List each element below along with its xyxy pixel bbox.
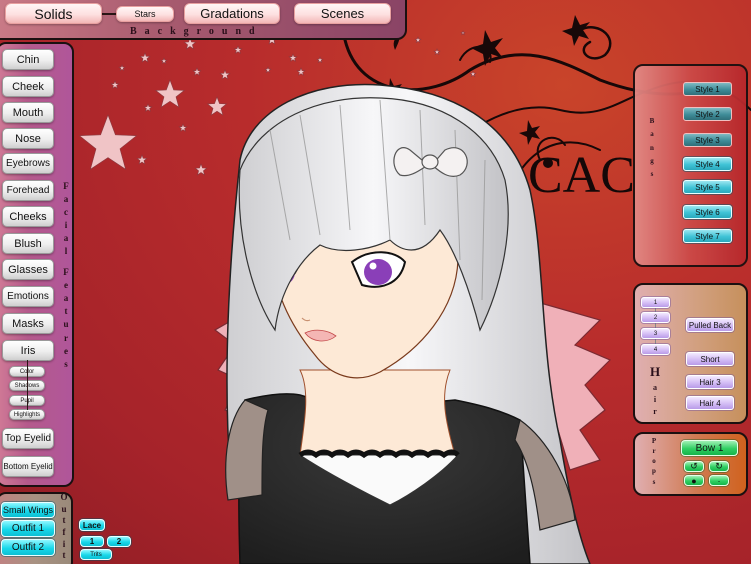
lace-trim <box>298 449 460 459</box>
label-letter: t <box>62 515 66 526</box>
facial-cheeks-button[interactable]: Cheeks <box>2 206 54 227</box>
label-letter: a <box>653 382 657 392</box>
dress-up-stage: CAC Solids Stars Gradations Scenes Backg… <box>0 0 751 564</box>
label-letter: a <box>650 130 654 139</box>
label-letter: g <box>650 156 654 165</box>
label-letter: H <box>649 364 661 379</box>
top-eyelid-button[interactable]: Top Eyelid <box>2 428 54 449</box>
iris-highlights-button[interactable]: Highlights <box>9 409 45 420</box>
label-letter: u <box>63 319 69 330</box>
label-letter: l <box>64 246 68 257</box>
label-letter: t <box>64 306 68 317</box>
background-panel-label: Background <box>130 26 263 37</box>
props-size-small-button[interactable]: · <box>709 475 729 486</box>
label-letter: a <box>63 233 69 244</box>
iris-connector-line <box>27 360 28 410</box>
size-large-icon: ● <box>691 475 697 486</box>
label-letter: i <box>64 220 68 231</box>
facial-glasses-button[interactable]: Glasses <box>2 259 54 280</box>
hair-short-button[interactable]: Short <box>686 352 734 366</box>
label-letter: o <box>652 457 656 466</box>
label-letter: s <box>652 477 656 486</box>
hair-layer-1-button[interactable]: 1 <box>641 297 670 308</box>
background-stars-button[interactable]: Stars <box>116 6 174 22</box>
hair-layer-3-button[interactable]: 3 <box>641 328 670 339</box>
hair-hair-4-button[interactable]: Hair 4 <box>686 396 734 410</box>
label-letter: r <box>652 447 656 456</box>
facial-eyebrows-button[interactable]: Eyebrows <box>2 153 54 174</box>
facial-iris-button[interactable]: Iris <box>2 340 54 361</box>
label-letter: B <box>649 117 655 125</box>
label-letter: r <box>653 406 657 416</box>
hair-pulled-back-button[interactable]: Pulled Back <box>686 318 734 332</box>
outfit-small-wings-button[interactable]: Small Wings <box>1 502 55 518</box>
label-letter: F <box>63 267 69 278</box>
rotate-right-icon: ↻ <box>715 461 723 471</box>
hair-layer-2-button[interactable]: 2 <box>641 312 670 323</box>
bangs-style-4-button[interactable]: Style 4 <box>683 157 732 171</box>
bangs-style-6-button[interactable]: Style 6 <box>683 205 732 219</box>
outfit-1-button[interactable]: Outfit 1 <box>1 520 55 537</box>
facial-blush-button[interactable]: Blush <box>2 233 54 254</box>
label-letter: a <box>63 293 69 304</box>
facial-mouth-button[interactable]: Mouth <box>2 102 54 123</box>
lace-option-2-button[interactable]: 2 <box>107 536 131 547</box>
facial-nose-button[interactable]: Nose <box>2 128 54 149</box>
hair-layer-connector-line <box>655 305 656 345</box>
background-gradations-button[interactable]: Gradations <box>184 3 280 24</box>
facial-cheek-button[interactable]: Cheek <box>2 76 54 97</box>
label-letter: s <box>650 170 654 179</box>
hair-layer-4-button[interactable]: 4 <box>641 344 670 355</box>
facial-forehead-button[interactable]: Forehead <box>2 180 54 201</box>
props-size-large-button[interactable]: ● <box>684 475 704 486</box>
neck <box>299 369 456 456</box>
label-letter: e <box>64 280 68 291</box>
label-letter: n <box>650 143 654 152</box>
bangs-panel-label: Bangs <box>646 115 658 181</box>
label-letter: P <box>651 437 657 445</box>
label-letter: a <box>63 194 69 205</box>
hair-hair-3-button[interactable]: Hair 3 <box>686 375 734 389</box>
bangs-style-1-button[interactable]: Style 1 <box>683 82 732 96</box>
label-letter: r <box>64 332 68 343</box>
label-letter: i <box>62 538 66 549</box>
background-solids-button[interactable]: Solids <box>5 3 102 24</box>
props-panel-label: Props <box>648 436 660 487</box>
outfit-panel-label: Outfit <box>58 492 70 562</box>
label-letter: s <box>64 358 68 369</box>
background-scenes-button[interactable]: Scenes <box>294 3 391 24</box>
label-letter: u <box>61 503 67 514</box>
lace-button[interactable]: Lace <box>79 519 105 531</box>
bottom-eyelid-button[interactable]: Bottom Eyelid <box>2 456 54 477</box>
props-bow-1-button[interactable]: Bow 1 <box>681 440 738 456</box>
bangs-style-5-button[interactable]: Style 5 <box>683 180 732 194</box>
hair-panel-label: Hair <box>648 362 662 418</box>
label-letter: c <box>64 207 68 218</box>
facial-masks-button[interactable]: Masks <box>2 313 54 334</box>
facial-chin-button[interactable]: Chin <box>2 49 54 70</box>
facial-features-panel-label: Facial Features <box>60 180 72 371</box>
bangs-style-2-button[interactable]: Style 2 <box>683 107 732 121</box>
size-small-icon: · <box>717 475 721 486</box>
label-letter: F <box>63 181 69 191</box>
facial-emotions-button[interactable]: Emotions <box>2 286 54 307</box>
bangs-style-3-button[interactable]: Style 3 <box>683 133 732 147</box>
label-letter: i <box>653 394 657 404</box>
rotate-left-icon: ↺ <box>690 461 698 471</box>
lace-trim-button[interactable]: Trits <box>80 549 112 560</box>
props-rotate-right-button[interactable]: ↻ <box>709 461 729 472</box>
label-letter <box>65 258 67 266</box>
lace-option-1-button[interactable]: 1 <box>80 536 104 547</box>
props-rotate-left-button[interactable]: ↺ <box>684 461 704 472</box>
label-letter: t <box>62 550 66 561</box>
bangs-style-7-button[interactable]: Style 7 <box>683 229 732 243</box>
label-letter: f <box>62 527 66 538</box>
label-letter: p <box>652 467 656 476</box>
label-letter: e <box>64 345 68 356</box>
label-letter: O <box>60 492 68 502</box>
outfit-2-button[interactable]: Outfit 2 <box>1 539 55 556</box>
